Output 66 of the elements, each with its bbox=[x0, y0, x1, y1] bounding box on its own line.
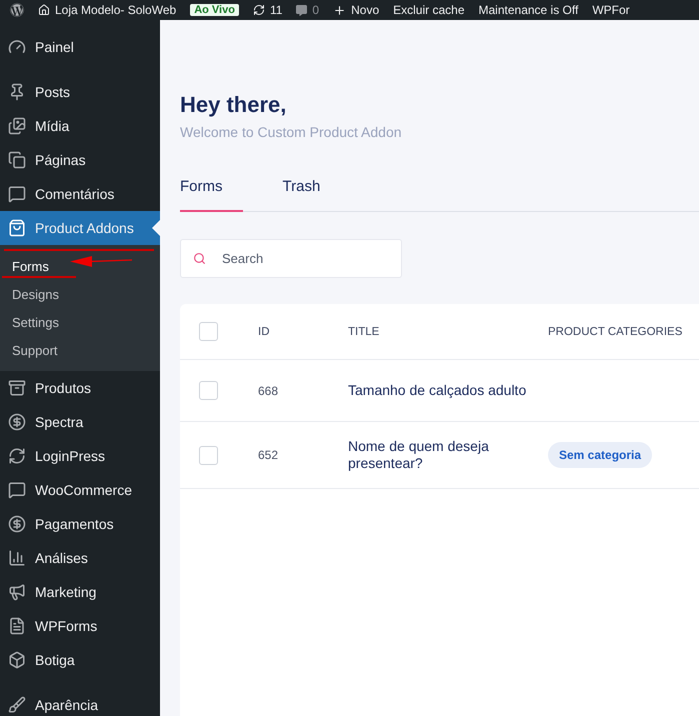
sidebar-item[interactable]: WPForms bbox=[0, 609, 160, 643]
sidebar-item[interactable]: Painel bbox=[0, 30, 160, 64]
search-field[interactable]: Search bbox=[180, 239, 402, 278]
checkbox[interactable] bbox=[199, 446, 218, 464]
form-title-link[interactable]: Nome de quem deseja presentear? bbox=[348, 438, 548, 472]
speech-bubble-icon bbox=[8, 481, 26, 499]
sidebar-item[interactable]: Páginas bbox=[0, 143, 160, 177]
tab[interactable]: Trash bbox=[282, 168, 320, 212]
table-cell-text: 668 bbox=[258, 384, 280, 398]
submenu-item[interactable]: Support bbox=[0, 336, 160, 364]
sidebar-item[interactable]: WooCommerce bbox=[0, 473, 160, 507]
admin-bar-link[interactable]: Maintenance is Off bbox=[478, 3, 578, 17]
sidebar-item[interactable]: Comentários bbox=[0, 177, 160, 211]
megaphone-icon bbox=[8, 583, 26, 601]
checkbox[interactable] bbox=[199, 381, 218, 400]
table-cell-text: 652 bbox=[258, 448, 280, 462]
page-title: Hey there, bbox=[180, 92, 288, 118]
column-header: TITLE bbox=[348, 326, 380, 338]
sidebar-item[interactable]: Produtos bbox=[0, 371, 160, 405]
sidebar-item[interactable]: Product Addons bbox=[0, 211, 160, 245]
column-header: PRODUCT CATEGORIES bbox=[548, 326, 682, 338]
wordpress-logo-icon[interactable] bbox=[10, 3, 24, 17]
comments-link[interactable]: 0 bbox=[296, 3, 320, 17]
tab[interactable]: Forms bbox=[180, 168, 242, 212]
site-name-link[interactable]: Loja Modelo- SoloWeb bbox=[38, 3, 176, 17]
search-icon bbox=[193, 252, 206, 265]
category-tag: Sem categoria bbox=[548, 442, 652, 468]
plus-icon bbox=[333, 4, 346, 16]
pages-icon bbox=[8, 151, 26, 169]
sidebar-item[interactable]: Botiga bbox=[0, 643, 160, 677]
speech-bubble-icon bbox=[8, 185, 26, 203]
refresh-icon bbox=[252, 4, 265, 16]
sidebar-item[interactable]: LoginPress bbox=[0, 439, 160, 473]
form-title-link[interactable]: Tamanho de calçados adulto bbox=[348, 382, 548, 399]
submenu-item[interactable]: Forms bbox=[0, 252, 160, 280]
page-subtitle: Welcome to Custom Product Addon bbox=[180, 124, 403, 140]
dollar-circle-icon bbox=[8, 413, 26, 431]
sidebar-item[interactable]: Mídia bbox=[0, 109, 160, 143]
sidebar-item[interactable]: Spectra bbox=[0, 405, 160, 439]
home-icon bbox=[38, 4, 50, 16]
sidebar-item[interactable]: Aparência bbox=[0, 688, 160, 716]
admin-bar-link[interactable]: Excluir cache bbox=[393, 3, 464, 17]
box-icon bbox=[8, 651, 26, 669]
sidebar-item[interactable]: Análises bbox=[0, 541, 160, 575]
sidebar-item[interactable]: Pagamentos bbox=[0, 507, 160, 541]
checkbox[interactable] bbox=[199, 322, 218, 341]
updates-link[interactable]: 11 bbox=[252, 3, 282, 17]
admin-bar-link[interactable]: WPFor bbox=[592, 3, 630, 17]
images-icon bbox=[8, 117, 26, 135]
sidebar-item[interactable]: Marketing bbox=[0, 575, 160, 609]
submenu-item[interactable]: Settings bbox=[0, 308, 160, 336]
column-header: ID bbox=[258, 326, 270, 338]
annotation-arrow bbox=[70, 256, 132, 267]
gauge-icon bbox=[8, 38, 26, 56]
pin-icon bbox=[8, 83, 26, 101]
dollar-circle-icon bbox=[8, 515, 26, 533]
brush-icon bbox=[8, 696, 26, 714]
new-link[interactable]: Novo bbox=[333, 3, 380, 17]
comment-icon bbox=[296, 4, 308, 16]
bag-icon bbox=[8, 219, 26, 237]
bar-chart-icon bbox=[8, 549, 26, 567]
sidebar-item[interactable]: Posts bbox=[0, 75, 160, 109]
live-badge: Ao Vivo bbox=[190, 4, 239, 16]
form-icon bbox=[8, 617, 26, 635]
archive-box-icon bbox=[8, 379, 26, 397]
submenu-item[interactable]: Designs bbox=[0, 280, 160, 308]
